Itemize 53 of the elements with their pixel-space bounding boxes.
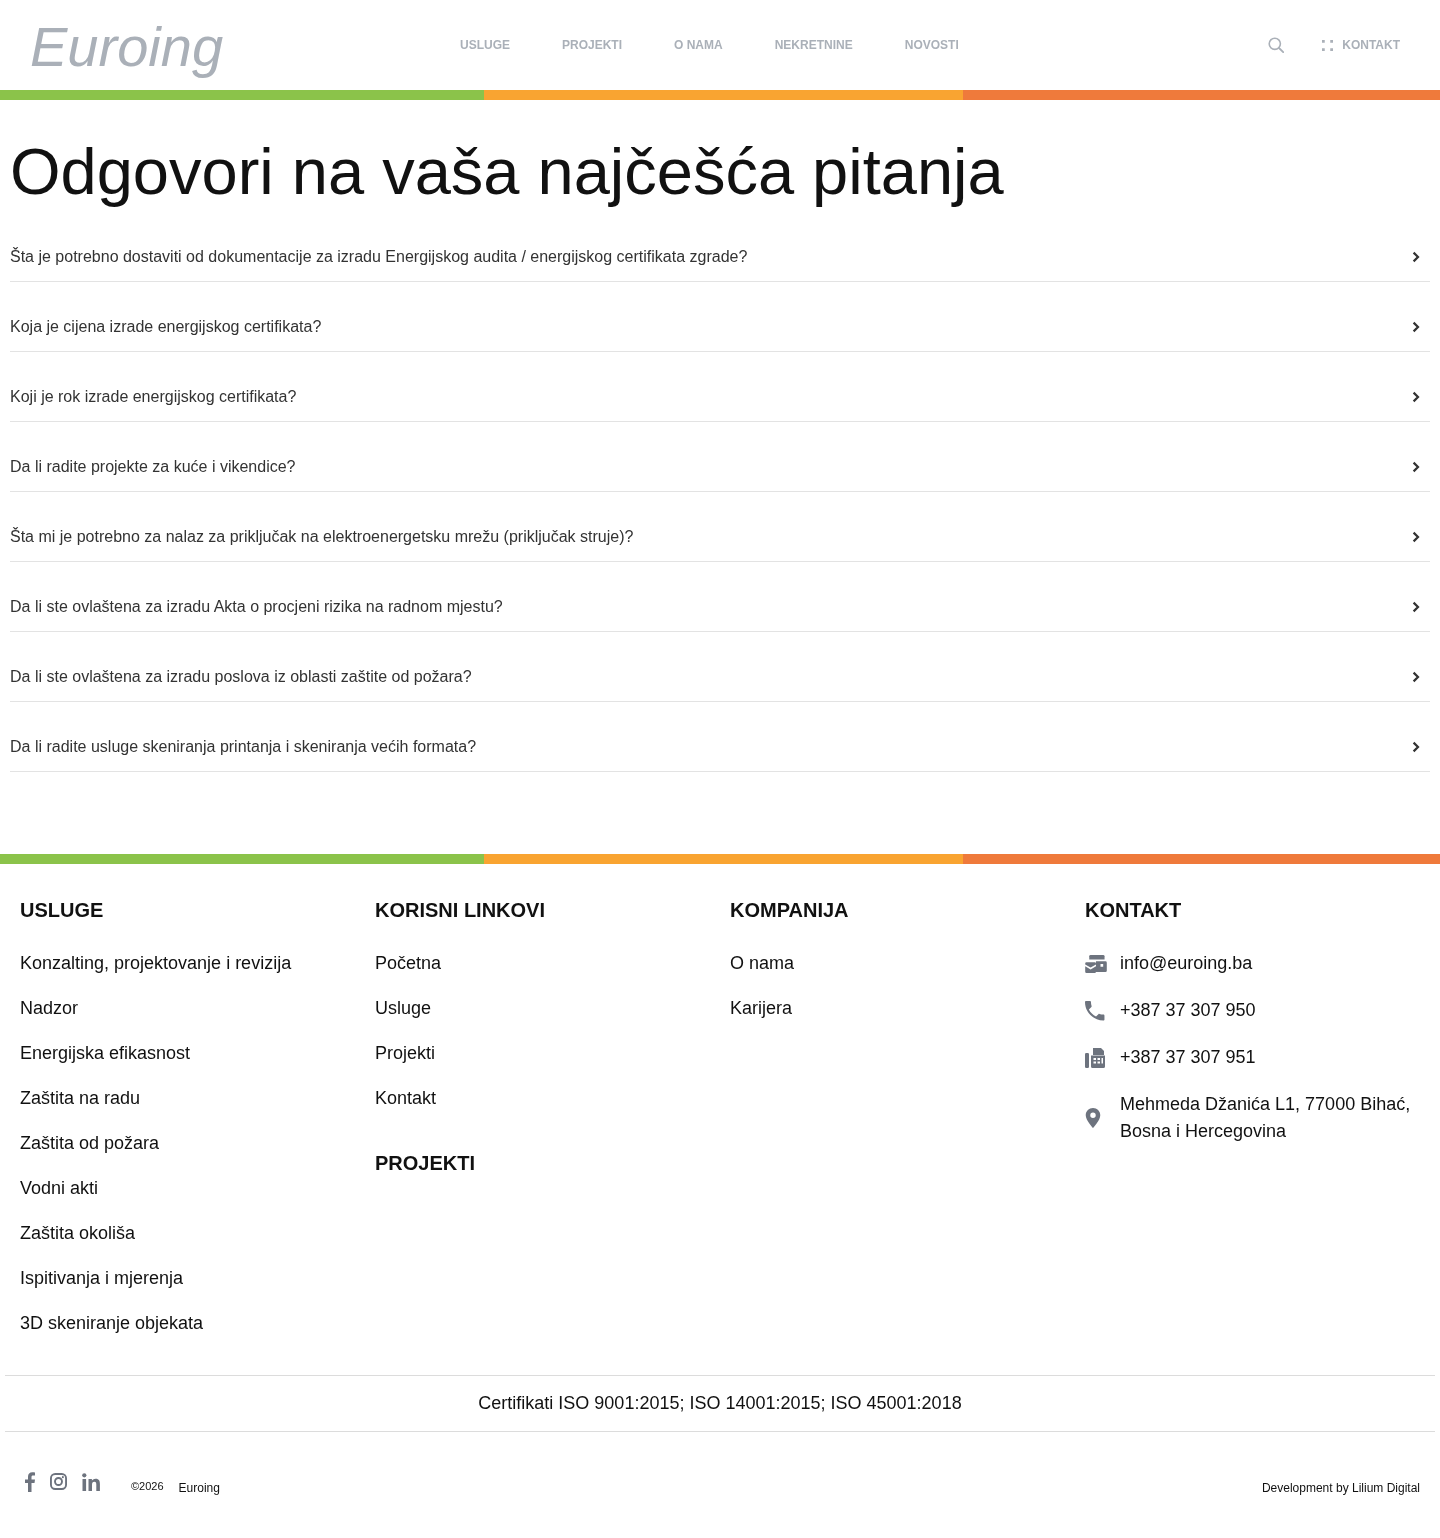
certificates-text: Certifikati ISO 9001:2015; ISO 14001:2015; ISO 45001:2018 bbox=[478, 1393, 962, 1414]
fax-icon bbox=[1085, 1047, 1105, 1068]
facebook-icon[interactable] bbox=[25, 1471, 35, 1492]
footer-link[interactable]: Projekti bbox=[375, 1041, 436, 1065]
faq-question[interactable]: Koji je rok izrade energijskog certifikata? bbox=[10, 372, 1430, 422]
footer-link[interactable]: Kontakt bbox=[375, 1086, 437, 1110]
fax-number: +387 37 307 951 bbox=[1120, 1046, 1256, 1069]
footer-link[interactable]: Nadzor bbox=[20, 996, 79, 1020]
footer-link[interactable]: 3D skeniranje objekata bbox=[20, 1311, 204, 1335]
faq-question[interactable]: Da li ste ovlaštena za izradu Akta o procjeni rizika na radnom mjestu? bbox=[10, 582, 1430, 632]
footer-link[interactable]: O nama bbox=[730, 951, 795, 975]
footer-heading: KOMPANIJA bbox=[730, 898, 849, 922]
chevron-icon bbox=[1412, 601, 1420, 613]
address-text: Mehmeda Džanića L1, 77000 Bihać, Bosna i Hercegovina bbox=[1120, 1093, 1412, 1143]
page-title: Odgovori na vaša najčešća pitanja bbox=[10, 134, 1004, 210]
mail-icon bbox=[1085, 954, 1107, 973]
footer-link[interactable]: Vodni akti bbox=[20, 1176, 99, 1200]
credit-text: Development by Lilium Digital bbox=[1261, 1480, 1420, 1495]
footer-heading: PROJEKTI bbox=[375, 1151, 476, 1175]
instagram-icon[interactable] bbox=[50, 1473, 67, 1490]
footer-link[interactable]: Konzalting, projektovanje i revizija bbox=[20, 951, 292, 975]
phone-icon bbox=[1085, 1000, 1105, 1021]
phone-number[interactable]: +387 37 307 950 bbox=[1120, 997, 1256, 1024]
chevron-icon bbox=[1412, 741, 1420, 753]
faq-question[interactable]: Da li radite usluge skeniranja printanja i skeniranja većih formata? bbox=[10, 722, 1430, 772]
chevron-icon bbox=[1412, 671, 1420, 683]
footer-heading: KORISNI LINKOVI bbox=[375, 898, 545, 922]
footer-heading: KONTAKT bbox=[1085, 898, 1182, 922]
footer-link[interactable]: Karijera bbox=[730, 996, 793, 1020]
faq-question[interactable]: Koja je cijena izrade energijskog certifikata? bbox=[10, 302, 1430, 352]
grid-icon bbox=[1322, 39, 1334, 51]
company-name: Euroing bbox=[178, 1480, 220, 1495]
footer-link[interactable]: Početna bbox=[375, 951, 442, 975]
faq-question[interactable]: Šta mi je potrebno za nalaz za priključak na elektroenergetsku mrežu (priključak struje)? bbox=[10, 512, 1430, 562]
faq-question[interactable]: Da li radite projekte za kuće i vikendice? bbox=[10, 442, 1430, 492]
chevron-icon bbox=[1412, 531, 1420, 543]
footer-link[interactable]: Zaštita okoliša bbox=[20, 1221, 136, 1245]
email-link[interactable]: info@euroing.ba bbox=[1120, 950, 1253, 977]
chevron-icon bbox=[1412, 461, 1420, 473]
footer-heading: USLUGE bbox=[20, 898, 104, 922]
footer-link[interactable]: Ispitivanja i mjerenja bbox=[20, 1266, 184, 1290]
linkedin-icon[interactable] bbox=[82, 1472, 100, 1491]
footer-link[interactable]: Usluge bbox=[375, 996, 432, 1020]
faq-question[interactable]: Šta je potrebno dostaviti od dokumentacije za izradu Energijskog audita / energijskog certifikata zgrade? bbox=[10, 232, 1430, 282]
footer-link[interactable]: Zaštita od požara bbox=[20, 1131, 160, 1155]
location-pin-icon bbox=[1085, 1108, 1101, 1128]
chevron-icon bbox=[1412, 321, 1420, 333]
chevron-icon bbox=[1412, 251, 1420, 263]
copyright-text: ©2026 bbox=[131, 1479, 164, 1492]
footer-link[interactable]: Energijska efikasnost bbox=[20, 1041, 191, 1065]
faq-question[interactable]: Da li ste ovlaštena za izradu poslova iz oblasti zaštite od požara? bbox=[10, 652, 1430, 702]
footer-link[interactable]: Zaštita na radu bbox=[20, 1086, 141, 1110]
chevron-icon bbox=[1412, 391, 1420, 403]
